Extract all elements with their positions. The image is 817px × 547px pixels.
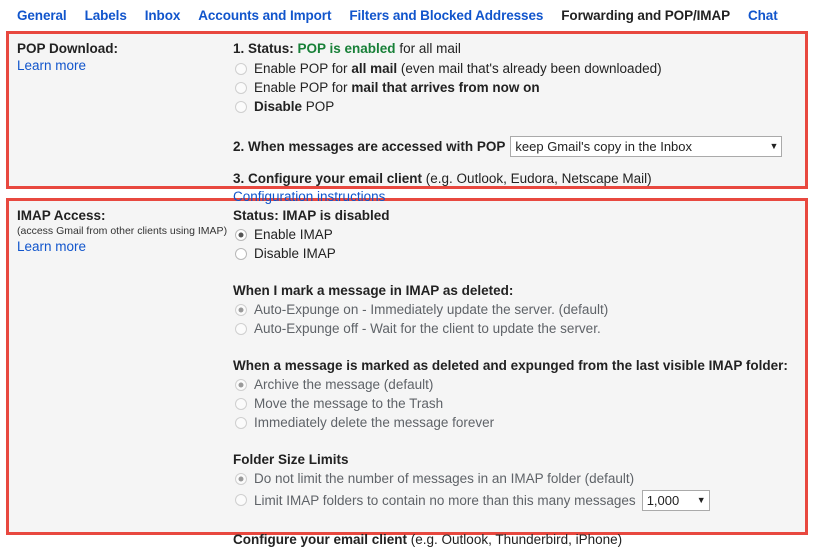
- imap-section-right-column: Status: IMAP is disabled Enable IMAP Dis…: [233, 201, 805, 547]
- pop-status-line: 1. Status: POP is enabled for all mail: [233, 41, 799, 56]
- imap-learn-more-link[interactable]: Learn more: [17, 239, 86, 254]
- radio-icon-auto-expunge-off[interactable]: [235, 322, 247, 335]
- imap-deleted-option-delete-label: Immediately delete the message forever: [254, 415, 495, 430]
- pop-step-3-strong: 3. Configure your email client: [233, 171, 423, 186]
- pop-section-left-column: POP Download: Learn more: [9, 34, 233, 186]
- radio-icon-pop-from-now-on[interactable]: [235, 81, 247, 94]
- imap-deleted-heading: When a message is marked as deleted and …: [233, 358, 788, 373]
- imap-folder-limit-select[interactable]: 1,000 ▼: [641, 489, 710, 511]
- settings-tab-bar: General Labels Inbox Accounts and Import…: [0, 0, 817, 31]
- imap-configure-client-line: Configure your email client (e.g. Outloo…: [233, 532, 799, 547]
- imap-folder-option-limit[interactable]: Limit IMAP folders to contain no more th…: [233, 488, 799, 512]
- pop-option-disable-label: Disable POP: [254, 99, 335, 114]
- imap-section-subtitle: (access Gmail from other clients using I…: [17, 225, 228, 237]
- imap-access-section: IMAP Access: (access Gmail from other cl…: [6, 198, 808, 547]
- pop-step-3-normal: (e.g. Outlook, Eudora, Netscape Mail): [422, 171, 652, 186]
- imap-section-left-column: IMAP Access: (access Gmail from other cl…: [9, 201, 233, 532]
- tab-filters-and-blocked-addresses[interactable]: Filters and Blocked Addresses: [340, 5, 552, 26]
- imap-folder-option-no-limit-label: Do not limit the number of messages in a…: [254, 471, 635, 486]
- imap-deleted-option-delete[interactable]: Immediately delete the message forever: [233, 413, 799, 432]
- pop-learn-more-link[interactable]: Learn more: [17, 58, 86, 73]
- imap-expunge-option-off[interactable]: Auto-Expunge off - Wait for the client t…: [233, 319, 799, 338]
- pop-download-section: POP Download: Learn more 1. Status: POP …: [6, 31, 808, 204]
- radio-icon-archive-message[interactable]: [235, 378, 247, 391]
- imap-expunge-option-on-label: Auto-Expunge on - Immediately update the…: [254, 302, 609, 317]
- pop-spacer-2: [233, 157, 799, 171]
- pop-option-all-mail-label: Enable POP for all mail (even mail that'…: [254, 61, 662, 76]
- pop-status-value: POP is enabled: [297, 41, 396, 56]
- radio-icon-auto-expunge-on[interactable]: [235, 303, 247, 316]
- imap-expunge-option-on[interactable]: Auto-Expunge on - Immediately update the…: [233, 300, 799, 319]
- imap-option-disable-label: Disable IMAP: [254, 246, 336, 261]
- imap-configure-client-strong: Configure your email client: [233, 532, 408, 547]
- chevron-down-icon: ▼: [769, 141, 779, 151]
- imap-spacer-3: [233, 432, 799, 452]
- chevron-down-icon: ▼: [696, 494, 706, 505]
- imap-configure-client-normal: (e.g. Outlook, Thunderbird, iPhone): [407, 532, 623, 547]
- pop-step-3-line: 3. Configure your email client (e.g. Out…: [233, 171, 799, 186]
- pop-option-all-mail[interactable]: Enable POP for all mail (even mail that'…: [233, 59, 799, 78]
- imap-deleted-option-archive-label: Archive the message (default): [254, 377, 434, 392]
- radio-icon-imap-enable[interactable]: [235, 228, 247, 241]
- radio-icon-move-to-trash[interactable]: [235, 397, 247, 410]
- imap-spacer-2: [233, 338, 799, 358]
- pop-action-select[interactable]: keep Gmail's copy in the Inbox ▼: [510, 136, 783, 157]
- imap-spacer-4: [233, 512, 799, 532]
- pop-status-prefix: 1. Status:: [233, 41, 298, 56]
- pop-section-title: POP Download:: [17, 41, 119, 56]
- tab-general[interactable]: General: [8, 5, 76, 26]
- imap-section-title: IMAP Access:: [17, 208, 106, 223]
- pop-option-disable[interactable]: Disable POP: [233, 97, 799, 116]
- pop-spacer-1: [233, 116, 799, 136]
- imap-folder-option-no-limit[interactable]: Do not limit the number of messages in a…: [233, 469, 799, 488]
- imap-folder-limit-value: 1,000: [646, 492, 680, 508]
- imap-deleted-option-trash-label: Move the message to the Trash: [254, 396, 444, 411]
- imap-option-enable[interactable]: Enable IMAP: [233, 225, 799, 244]
- radio-icon-pop-all-mail[interactable]: [235, 62, 247, 75]
- imap-folder-size-heading: Folder Size Limits: [233, 452, 349, 467]
- radio-icon-folder-limit[interactable]: [235, 494, 247, 506]
- imap-deleted-option-trash[interactable]: Move the message to the Trash: [233, 394, 799, 413]
- imap-spacer-1: [233, 263, 799, 283]
- pop-step-2-label: 2. When messages are accessed with POP: [233, 139, 506, 154]
- tab-chat[interactable]: Chat: [739, 5, 787, 26]
- imap-status-label: Status: IMAP is disabled: [233, 208, 390, 223]
- imap-expunge-option-off-label: Auto-Expunge off - Wait for the client t…: [254, 321, 601, 336]
- pop-option-from-now-on[interactable]: Enable POP for mail that arrives from no…: [233, 78, 799, 97]
- tab-accounts-and-import[interactable]: Accounts and Import: [189, 5, 340, 26]
- radio-icon-delete-forever[interactable]: [235, 416, 247, 429]
- radio-icon-pop-disable[interactable]: [235, 100, 247, 113]
- pop-action-select-value: keep Gmail's copy in the Inbox: [515, 139, 693, 154]
- radio-icon-imap-disable[interactable]: [235, 247, 247, 260]
- imap-deleted-option-archive[interactable]: Archive the message (default): [233, 375, 799, 394]
- imap-folder-option-limit-label: Limit IMAP folders to contain no more th…: [254, 492, 636, 508]
- imap-option-disable[interactable]: Disable IMAP: [233, 244, 799, 263]
- pop-option-from-now-on-label: Enable POP for mail that arrives from no…: [254, 80, 540, 95]
- imap-expunge-heading: When I mark a message in IMAP as deleted…: [233, 283, 514, 298]
- pop-status-suffix: for all mail: [395, 41, 461, 56]
- imap-option-enable-label: Enable IMAP: [254, 227, 333, 242]
- tab-forwarding-and-pop-imap[interactable]: Forwarding and POP/IMAP: [552, 5, 739, 26]
- pop-section-right-column: 1. Status: POP is enabled for all mail E…: [233, 34, 805, 204]
- pop-step-2-row: 2. When messages are accessed with POP k…: [233, 136, 799, 157]
- tab-inbox[interactable]: Inbox: [136, 5, 190, 26]
- radio-icon-no-folder-limit[interactable]: [235, 472, 247, 485]
- tab-labels[interactable]: Labels: [76, 5, 136, 26]
